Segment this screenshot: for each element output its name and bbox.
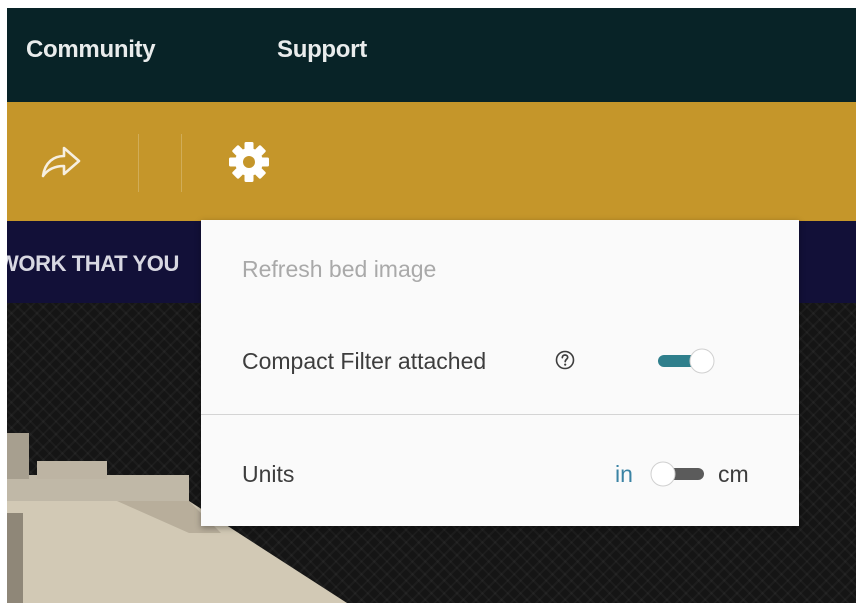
gear-icon [229, 142, 269, 182]
question-circle-icon[interactable] [555, 350, 575, 370]
top-navigation: Community Support [7, 8, 856, 102]
settings-dropdown-menu: Refresh bed image Compact Filter attache… [201, 220, 799, 526]
nav-link-community[interactable]: Community [26, 36, 156, 64]
compact-filter-toggle[interactable] [656, 346, 718, 376]
refresh-bed-image-item[interactable]: Refresh bed image [201, 220, 799, 328]
settings-button[interactable] [219, 136, 279, 188]
unit-option-in[interactable]: in [615, 461, 633, 488]
refresh-bed-image-label: Refresh bed image [242, 256, 437, 282]
share-arrow-icon [41, 146, 81, 178]
compact-filter-item: Compact Filter attached [201, 328, 799, 414]
toolbar-separator [138, 134, 139, 192]
unit-option-cm[interactable]: cm [718, 461, 749, 488]
banner-text: WORK THAT YOU [7, 251, 179, 276]
share-button[interactable] [33, 138, 89, 186]
units-item: Units in cm [201, 415, 799, 526]
toolbar-separator [181, 134, 182, 192]
nav-link-support[interactable]: Support [277, 36, 367, 64]
units-label: Units [242, 461, 295, 487]
compact-filter-label: Compact Filter attached [242, 348, 487, 374]
toolbar [7, 102, 856, 221]
units-toggle[interactable] [644, 459, 706, 489]
app-frame: Community Support WORK THAT YOU Refresh … [7, 8, 856, 603]
